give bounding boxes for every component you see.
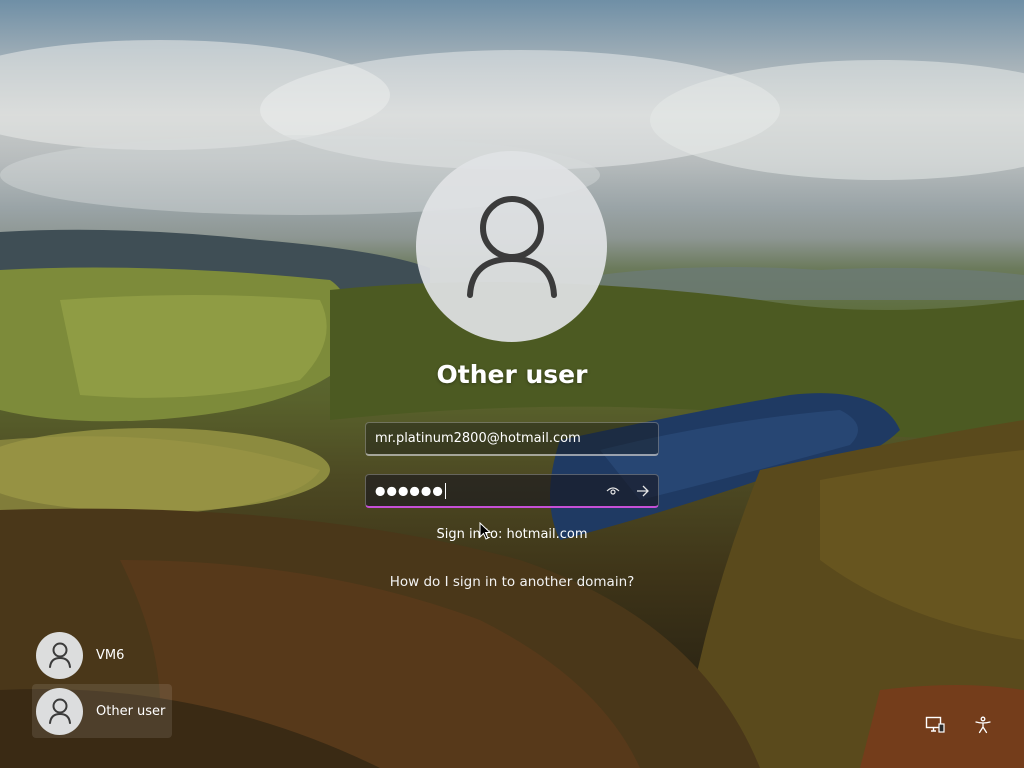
user-item-other-user[interactable]: Other user bbox=[32, 684, 172, 738]
user-name: VM6 bbox=[96, 647, 125, 663]
arrow-right-icon bbox=[637, 485, 649, 496]
other-domain-help: How do I sign in to another domain? bbox=[0, 574, 1024, 590]
password-field[interactable]: ●●●●●● bbox=[365, 474, 659, 508]
password-input[interactable]: ●●●●●● bbox=[366, 482, 598, 499]
user-list: VM6 Other user bbox=[32, 628, 172, 740]
person-icon bbox=[466, 195, 557, 298]
person-icon bbox=[48, 698, 71, 724]
network-icon bbox=[925, 716, 945, 733]
selected-user-title: Other user bbox=[436, 360, 588, 389]
avatar bbox=[36, 631, 83, 679]
reveal-password-button[interactable] bbox=[598, 476, 628, 506]
text-caret bbox=[444, 482, 446, 499]
mouse-pointer-icon bbox=[479, 521, 492, 544]
accessibility-button[interactable] bbox=[970, 712, 996, 738]
username-value[interactable]: mr.platinum2800@hotmail.com bbox=[366, 431, 658, 446]
user-name: Other user bbox=[96, 703, 166, 719]
eye-icon bbox=[606, 486, 620, 495]
user-avatar-large bbox=[416, 151, 607, 342]
network-button[interactable] bbox=[922, 712, 948, 738]
sign-in-domain-text: Sign in to: hotmail.com bbox=[436, 527, 588, 542]
person-icon bbox=[48, 642, 71, 668]
username-field[interactable]: mr.platinum2800@hotmail.com bbox=[365, 422, 659, 456]
user-item-vm6[interactable]: VM6 bbox=[32, 628, 172, 682]
password-masked-value: ●●●●●● bbox=[375, 483, 444, 497]
submit-button[interactable] bbox=[628, 476, 658, 506]
other-domain-link[interactable]: How do I sign in to another domain? bbox=[390, 574, 635, 590]
avatar bbox=[36, 687, 83, 735]
system-tray bbox=[922, 712, 996, 738]
accessibility-icon bbox=[975, 716, 991, 734]
